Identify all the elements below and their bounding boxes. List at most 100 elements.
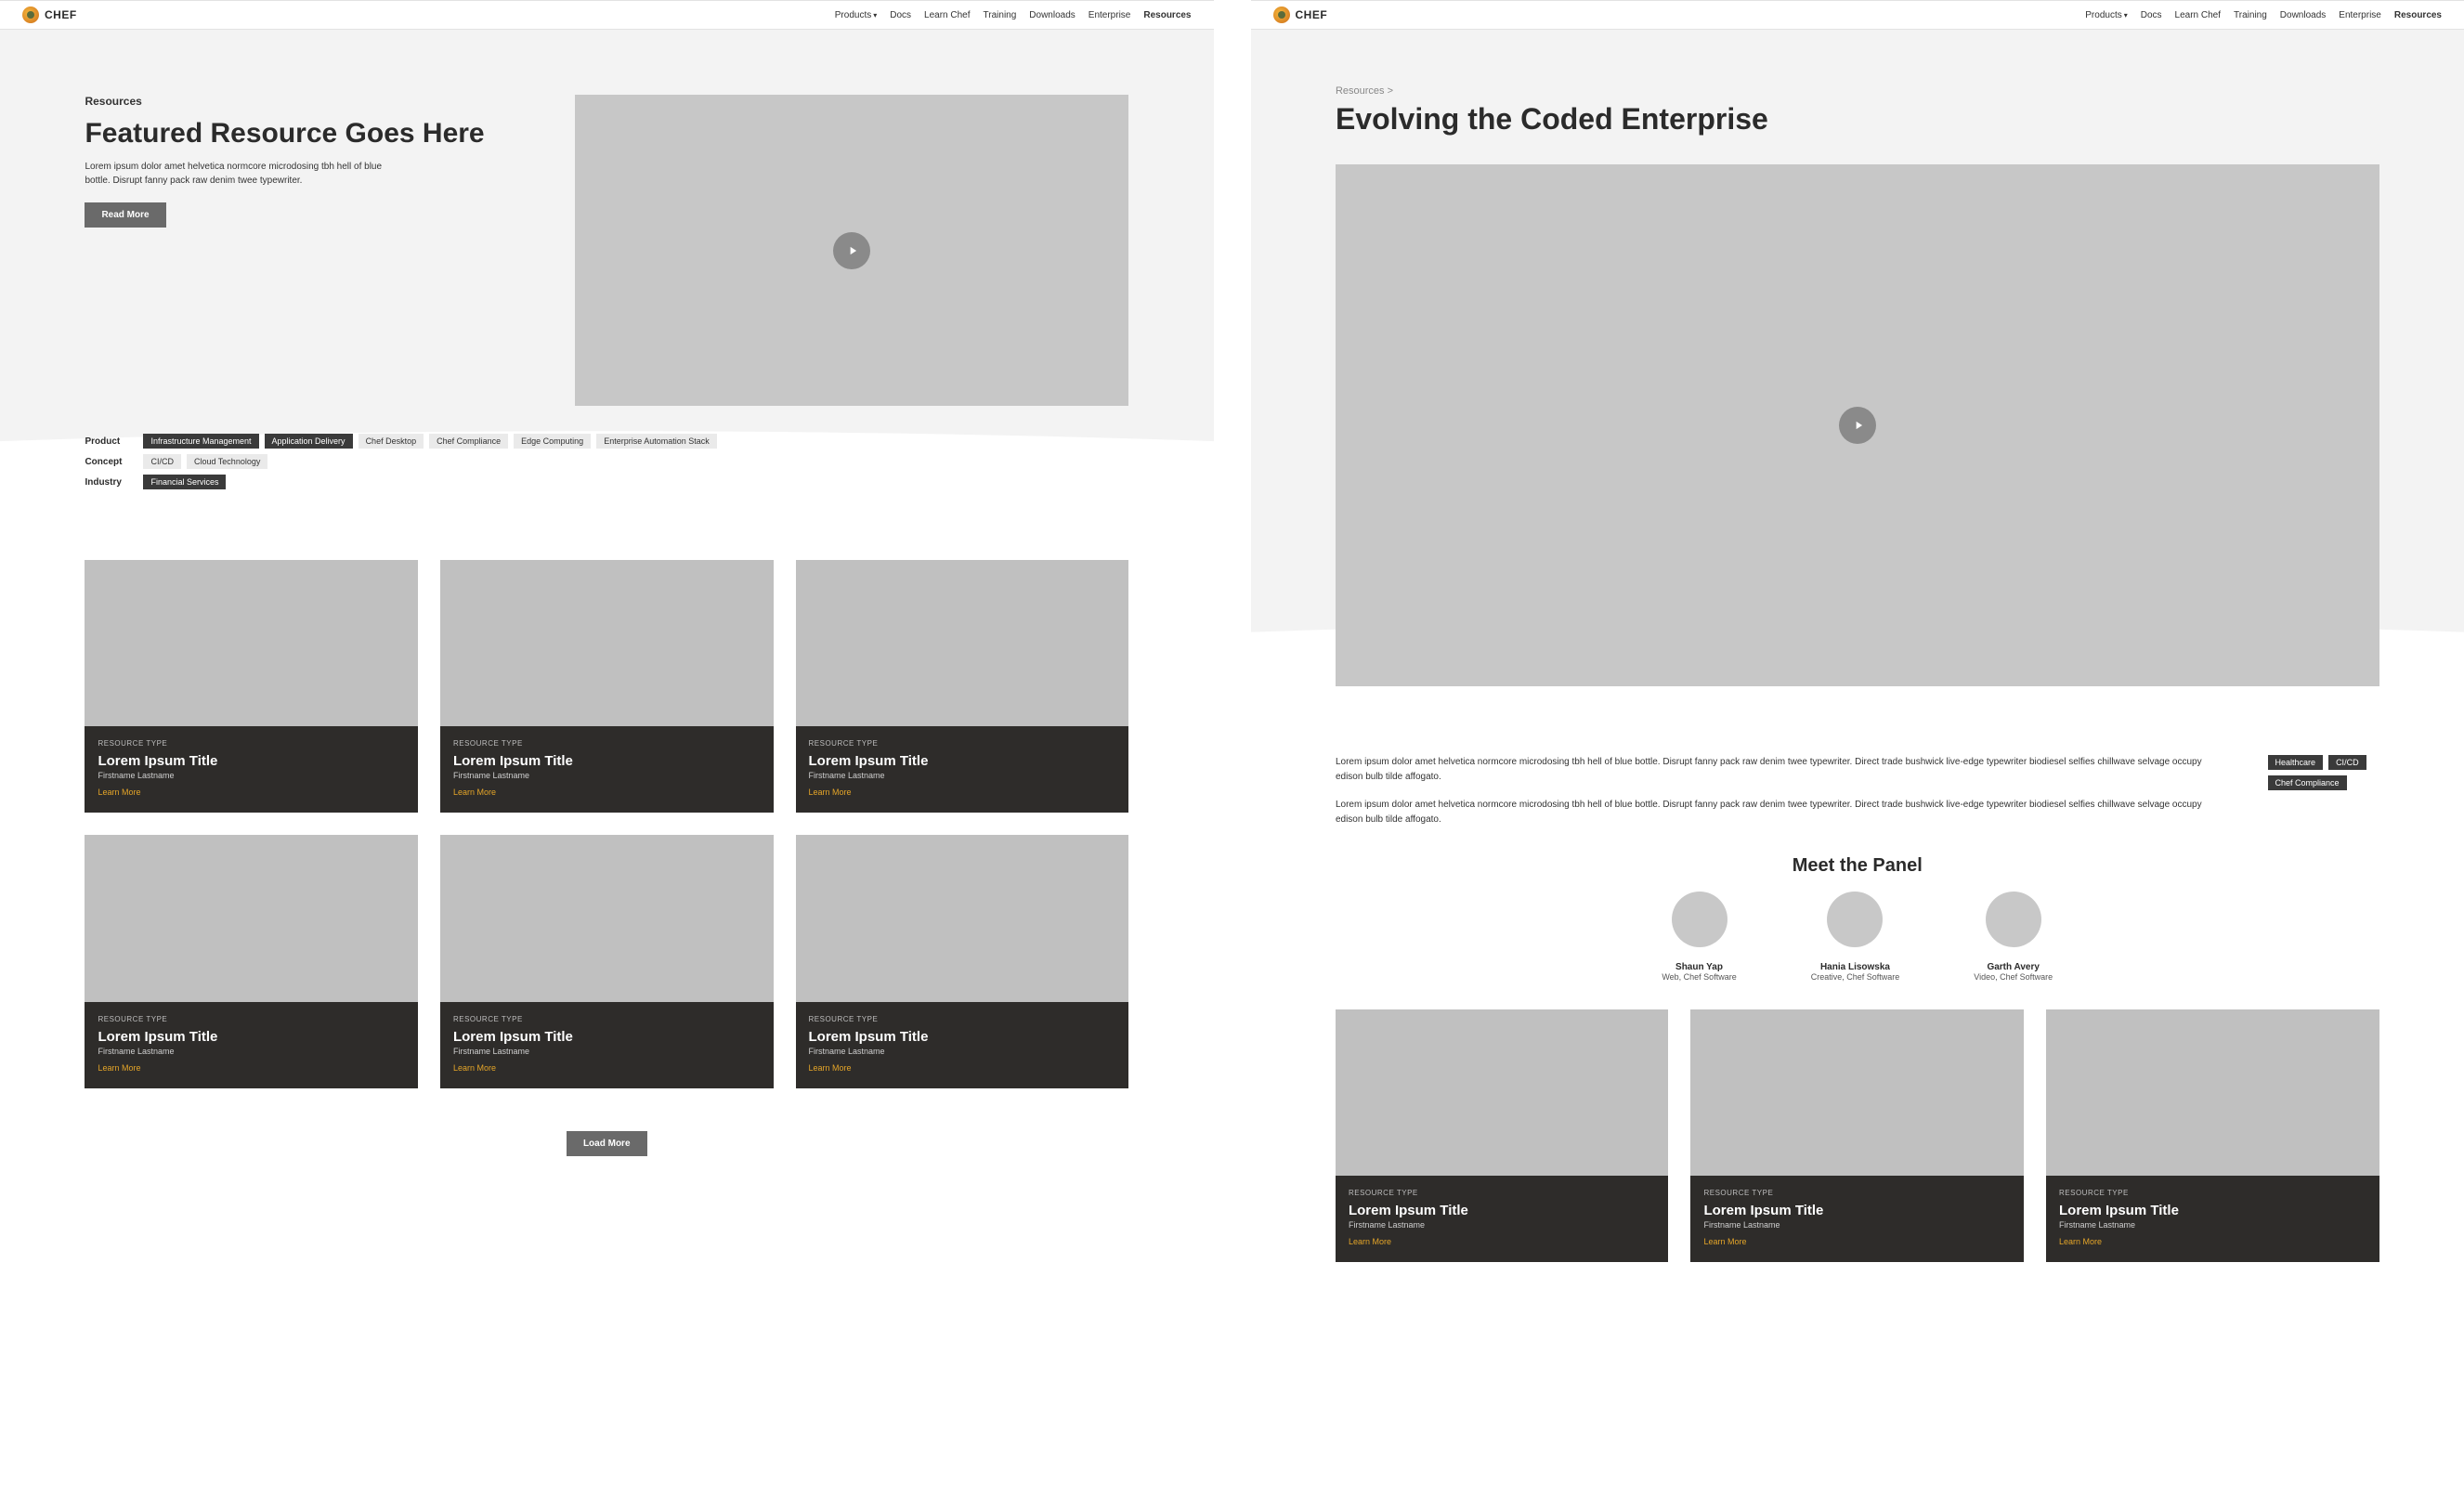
nav-link-products[interactable]: Products▾ bbox=[2085, 10, 2127, 20]
card-type: RESOURCE TYPE bbox=[809, 739, 1116, 748]
card-link[interactable]: Learn More bbox=[98, 1063, 140, 1073]
filter-tag[interactable]: Enterprise Automation Stack bbox=[596, 434, 717, 449]
resource-card[interactable]: RESOURCE TYPELorem Ipsum TitleFirstname … bbox=[440, 560, 774, 813]
card-image bbox=[796, 560, 1129, 726]
filter-tag[interactable]: Chef Desktop bbox=[359, 434, 424, 449]
chevron-down-icon: ▾ bbox=[2124, 11, 2128, 20]
breadcrumb[interactable]: Resources > bbox=[1336, 85, 2379, 97]
filter-tag[interactable]: Cloud Technology bbox=[187, 454, 267, 469]
nav-link-resources[interactable]: Resources bbox=[1143, 10, 1191, 20]
brand-logo[interactable]: CHEF bbox=[22, 7, 77, 23]
nav-link-training[interactable]: Training bbox=[2234, 10, 2267, 20]
panelist-name: Garth Avery bbox=[1974, 962, 2053, 972]
related-card-grid: RESOURCE TYPE Lorem Ipsum Title Firstname … bbox=[1336, 1009, 2379, 1262]
resource-card[interactable]: RESOURCE TYPELorem Ipsum TitleFirstname … bbox=[796, 835, 1129, 1087]
nav-link-learn-chef[interactable]: Learn Chef bbox=[2175, 10, 2221, 20]
resource-card[interactable]: RESOURCE TYPELorem Ipsum TitleFirstname … bbox=[1336, 1009, 1669, 1262]
filter-tag[interactable]: CI/CD bbox=[143, 454, 181, 469]
nav-link-resources[interactable]: Resources bbox=[2394, 10, 2442, 20]
nav-link-downloads[interactable]: Downloads bbox=[1029, 10, 1075, 20]
load-more-button[interactable]: Load More bbox=[567, 1131, 647, 1156]
card-author: Firstname Lastname bbox=[809, 771, 1116, 780]
card-title: Lorem Ipsum Title bbox=[1703, 1203, 2011, 1218]
panelist: Shaun YapWeb, Chef Software bbox=[1662, 892, 1736, 982]
card-link[interactable]: Learn More bbox=[2059, 1237, 2102, 1246]
resource-card[interactable]: RESOURCE TYPELorem Ipsum TitleFirstname … bbox=[85, 560, 418, 813]
featured-video[interactable] bbox=[575, 95, 1128, 406]
panelist-role: Web, Chef Software bbox=[1662, 972, 1736, 982]
resource-card[interactable]: RESOURCE TYPELorem Ipsum TitleFirstname … bbox=[1690, 1009, 2024, 1262]
play-icon bbox=[833, 232, 870, 269]
filter-row-concept: Concept CI/CDCloud Technology bbox=[85, 454, 1128, 469]
resource-card[interactable]: RESOURCE TYPE Lorem Ipsum Title Firstname … bbox=[796, 560, 1129, 813]
card-link[interactable]: Learn More bbox=[453, 788, 496, 797]
filter-tag[interactable]: CI/CD bbox=[2328, 755, 2366, 770]
filter-tag[interactable]: Chef Compliance bbox=[429, 434, 508, 449]
chevron-down-icon: ▾ bbox=[873, 11, 877, 20]
filter-tag[interactable]: Application Delivery bbox=[265, 434, 353, 449]
card-author: Firstname Lastname bbox=[453, 1047, 761, 1056]
card-title: Lorem Ipsum Title bbox=[453, 1029, 761, 1045]
nav-link-enterprise[interactable]: Enterprise bbox=[1089, 10, 1131, 20]
card-link[interactable]: Learn More bbox=[1349, 1237, 1391, 1246]
article-paragraphs: Lorem ipsum dolor amet helvetica normcor… bbox=[1336, 755, 2231, 827]
card-title: Lorem Ipsum Title bbox=[1349, 1203, 1656, 1218]
card-type: RESOURCE TYPE bbox=[453, 739, 761, 748]
nav-link-docs[interactable]: Docs bbox=[2141, 10, 2162, 20]
brand-name: CHEF bbox=[1296, 8, 1328, 21]
card-link[interactable]: Learn More bbox=[98, 788, 140, 797]
filter-label-product: Product bbox=[85, 436, 136, 447]
brand-name: CHEF bbox=[45, 8, 77, 21]
filter-block: Product Infrastructure Management Applica… bbox=[85, 434, 1128, 489]
card-image bbox=[440, 835, 774, 1001]
card-author: Firstname Lastname bbox=[2059, 1220, 2366, 1230]
read-more-button[interactable]: Read More bbox=[85, 202, 165, 228]
card-type: RESOURCE TYPE bbox=[809, 1015, 1116, 1023]
nav-link-enterprise[interactable]: Enterprise bbox=[2339, 10, 2381, 20]
filter-tag[interactable]: Financial Services bbox=[143, 475, 226, 489]
card-title: Lorem Ipsum Title bbox=[809, 1029, 1116, 1045]
card-link[interactable]: Learn More bbox=[1703, 1237, 1746, 1246]
logo-icon bbox=[22, 7, 39, 23]
nav-link-products[interactable]: Products▾ bbox=[835, 10, 877, 20]
logo-icon bbox=[1273, 7, 1290, 23]
nav-link-docs[interactable]: Docs bbox=[890, 10, 911, 20]
filter-label-industry: Industry bbox=[85, 477, 136, 488]
panelist-name: Shaun Yap bbox=[1662, 962, 1736, 972]
detail-hero-band: Resources > Evolving the Coded Enterpris… bbox=[1251, 30, 2464, 733]
filter-tag[interactable]: Infrastructure Management bbox=[143, 434, 258, 449]
page-title: Evolving the Coded Enterprise bbox=[1336, 102, 2379, 137]
filter-tag[interactable]: Healthcare bbox=[2268, 755, 2324, 770]
card-image bbox=[1690, 1009, 2024, 1176]
card-image bbox=[85, 835, 418, 1001]
filter-row-product: Product Infrastructure Management Applica… bbox=[85, 434, 1128, 449]
card-author: Firstname Lastname bbox=[453, 771, 761, 780]
card-image bbox=[85, 560, 418, 726]
brand-logo[interactable]: CHEF bbox=[1273, 7, 1328, 23]
nav-links-right: Products▾ Docs Learn Chef Training Downloads… bbox=[2085, 10, 2442, 20]
nav-link-downloads[interactable]: Downloads bbox=[2280, 10, 2326, 20]
panelist: Garth AveryVideo, Chef Software bbox=[1974, 892, 2053, 982]
nav-link-learn-chef[interactable]: Learn Chef bbox=[924, 10, 970, 20]
filter-tag[interactable]: Edge Computing bbox=[514, 434, 591, 449]
card-type: RESOURCE TYPE bbox=[1703, 1189, 2011, 1197]
top-nav-right: CHEF Products▾ Docs Learn Chef Training Down… bbox=[1251, 0, 2464, 30]
filter-tags-concept: CI/CD Cloud Technology bbox=[143, 454, 267, 469]
card-type: RESOURCE TYPE bbox=[1349, 1189, 1656, 1197]
panelist-name: Hania Lisowska bbox=[1811, 962, 1900, 972]
card-title: Lorem Ipsum Title bbox=[809, 753, 1116, 769]
filter-tags-industry: Financial Services bbox=[143, 475, 226, 489]
card-link[interactable]: Learn More bbox=[453, 1063, 496, 1073]
detail-video[interactable] bbox=[1336, 164, 2379, 686]
card-link[interactable]: Learn More bbox=[809, 1063, 852, 1073]
nav-link-training[interactable]: Training bbox=[984, 10, 1017, 20]
panelist: Hania LisowskaCreative, Chef Software bbox=[1811, 892, 1900, 982]
card-image bbox=[2046, 1009, 2379, 1176]
resource-card[interactable]: RESOURCE TYPELorem Ipsum TitleFirstname … bbox=[440, 835, 774, 1087]
panelist-role: Creative, Chef Software bbox=[1811, 972, 1900, 982]
breadcrumb: Resources bbox=[85, 95, 538, 108]
filter-tag[interactable]: Chef Compliance bbox=[2268, 775, 2347, 790]
resource-card[interactable]: RESOURCE TYPELorem Ipsum TitleFirstname … bbox=[85, 835, 418, 1087]
resource-card[interactable]: RESOURCE TYPELorem Ipsum TitleFirstname … bbox=[2046, 1009, 2379, 1262]
card-link[interactable]: Learn More bbox=[809, 788, 852, 797]
